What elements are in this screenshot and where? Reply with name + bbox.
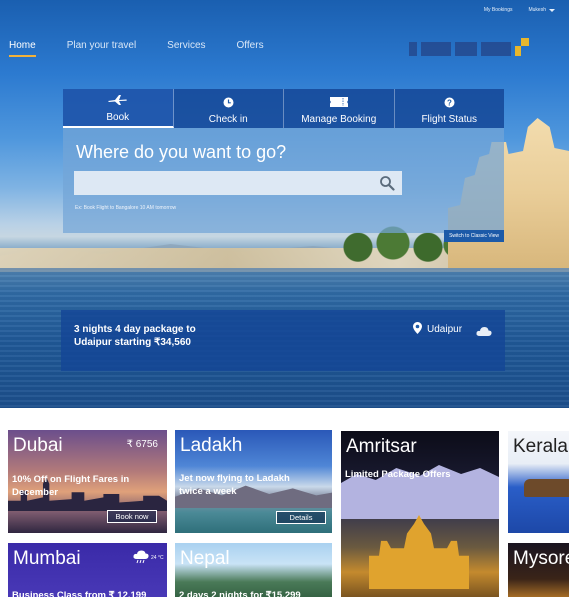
tab-check-in[interactable]: Check in <box>173 89 284 128</box>
card-subtitle: Limited Package Offers <box>345 469 451 480</box>
chevron-down-icon <box>549 8 555 12</box>
promo-location: Udaipur <box>413 322 462 337</box>
logo-square <box>515 46 521 56</box>
main-nav: Home Plan your travel Services Offers <box>9 40 264 57</box>
cloud-icon <box>476 323 492 341</box>
tab-book[interactable]: Book <box>63 89 174 128</box>
svg-text:?: ? <box>447 98 452 107</box>
book-now-button[interactable]: Book now <box>107 510 157 523</box>
question-icon: ? <box>444 95 455 109</box>
logo-block <box>409 42 417 56</box>
destination-card-nepal[interactable]: Nepal 2 days 2 nights for ₹15,299 <box>175 543 332 597</box>
card-subtitle: Jet now flying to Ladakh twice a week <box>179 473 290 497</box>
nav-plan-your-travel[interactable]: Plan your travel <box>67 40 136 57</box>
card-title: Mysore <box>513 548 569 569</box>
card-subtitle: 10% Off on Flight Fares in December <box>12 474 130 498</box>
search-heading: Where do you want to go? <box>76 142 287 162</box>
card-title: Ladakh <box>180 435 243 456</box>
card-weather: 24 °C <box>133 550 164 566</box>
golden-temple-image <box>369 515 469 589</box>
card-price: ₹ 6756 <box>126 439 158 450</box>
houseboat-image <box>524 479 569 497</box>
logo-square <box>521 38 529 46</box>
details-button[interactable]: Details <box>276 511 326 524</box>
card-title: Dubai <box>13 435 63 456</box>
clock-icon <box>223 95 234 109</box>
card-title: Amritsar <box>346 436 417 457</box>
nav-home[interactable]: Home <box>9 40 36 57</box>
card-title: Mumbai <box>13 548 81 569</box>
destination-card-dubai[interactable]: Dubai ₹ 6756 10% Off on Flight Fares in … <box>8 430 167 533</box>
tab-book-label: Book <box>106 112 130 123</box>
card-temperature: 24 °C <box>151 555 164 561</box>
promo-banner[interactable]: 3 nights 4 day package to Udaipur starti… <box>61 310 505 371</box>
logo-block <box>455 42 477 56</box>
ticket-icon <box>329 95 349 109</box>
location-pin-icon <box>413 322 422 337</box>
top-links: My Bookings Mukesh <box>484 7 555 13</box>
rain-cloud-icon <box>133 550 149 566</box>
search-icon[interactable] <box>379 175 395 191</box>
user-name: Mukesh <box>528 7 546 13</box>
card-title: Nepal <box>180 548 230 569</box>
my-bookings-link[interactable]: My Bookings <box>484 7 513 13</box>
destination-card-mumbai[interactable]: Mumbai 24 °C Business Class from ₹ 12,19… <box>8 543 167 597</box>
card-title: Kerala <box>513 436 568 457</box>
logo-block <box>421 42 451 56</box>
logo-block <box>481 42 511 56</box>
destination-card-mysore[interactable]: Mysore <box>508 543 569 597</box>
destination-card-amritsar[interactable]: Amritsar Limited Package Offers <box>341 431 499 597</box>
promo-location-label: Udaipur <box>427 324 463 335</box>
card-subtitle: Business Class from ₹ 12,199 <box>12 590 147 597</box>
nav-offers[interactable]: Offers <box>237 40 264 57</box>
destination-card-kerala[interactable]: Kerala <box>508 431 569 533</box>
tab-flight-status-label: Flight Status <box>421 114 478 125</box>
tab-check-in-label: Check in <box>208 114 248 125</box>
destination-search-input[interactable] <box>74 171 402 195</box>
card-subtitle: 2 days 2 nights for ₹15,299 <box>179 590 301 597</box>
search-hint: Ex: Book Flight to Bangalore 10 AM tomor… <box>75 205 177 211</box>
search-panel: Where do you want to go? Ex: Book Flight… <box>63 128 504 242</box>
tab-manage-booking[interactable]: Manage Booking <box>284 89 395 128</box>
tab-flight-status[interactable]: ? Flight Status <box>394 89 504 128</box>
brand-logo[interactable] <box>409 38 533 58</box>
plane-icon <box>107 93 128 107</box>
nav-services[interactable]: Services <box>167 40 205 57</box>
promo-text: 3 nights 4 day package to Udaipur starti… <box>74 324 196 348</box>
switch-classic-view-link[interactable]: Switch to Classic View <box>444 230 504 242</box>
tab-manage-booking-label: Manage Booking <box>301 114 377 125</box>
user-menu[interactable]: Mukesh <box>528 7 555 13</box>
booking-tabs: Book Check in Manage Booking ? Flight St… <box>63 89 504 128</box>
hero-banner: My Bookings Mukesh Home Plan your travel… <box>0 0 569 408</box>
destination-card-ladakh[interactable]: Ladakh Jet now flying to Ladakh twice a … <box>175 430 332 533</box>
